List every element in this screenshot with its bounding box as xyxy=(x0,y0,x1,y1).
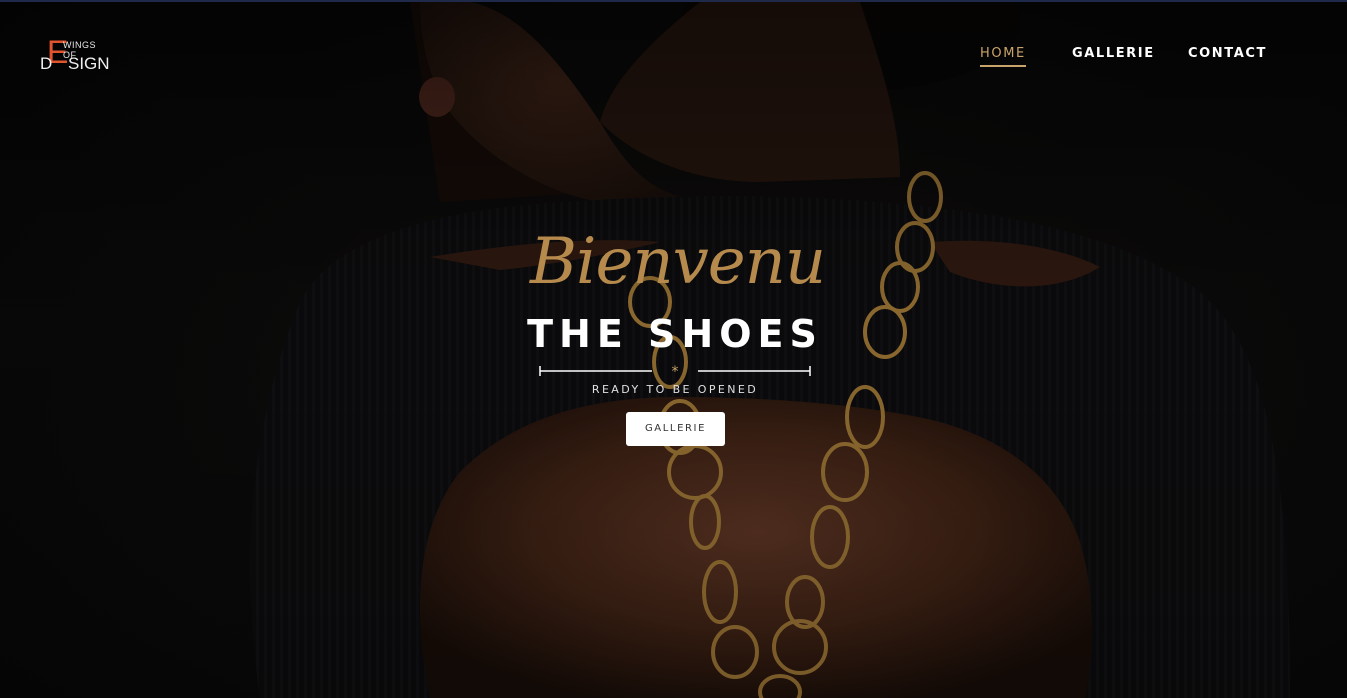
logo-left-letter: D xyxy=(40,54,53,73)
nav-gallerie[interactable]: GALLERIE xyxy=(1072,46,1155,61)
logo-right-text: SIGN xyxy=(68,54,110,73)
nav-home[interactable]: HOME xyxy=(980,46,1026,67)
wings-of-design-logo[interactable]: E WINGS OF D SIGN xyxy=(38,36,110,74)
hero-divider: * xyxy=(539,364,811,378)
hero-script-heading: Bienvenu xyxy=(530,225,826,299)
nav-contact[interactable]: CONTACT xyxy=(1188,46,1267,61)
hero-subtitle: READY TO BE OPENED xyxy=(591,383,759,396)
divider-star-icon: * xyxy=(672,364,679,378)
hero-title: THE SHOES xyxy=(527,312,823,356)
hero-section: E WINGS OF D SIGN HOME GALLERIE CONTACT … xyxy=(0,2,1347,698)
gallerie-button[interactable]: GALLERIE xyxy=(626,412,725,446)
